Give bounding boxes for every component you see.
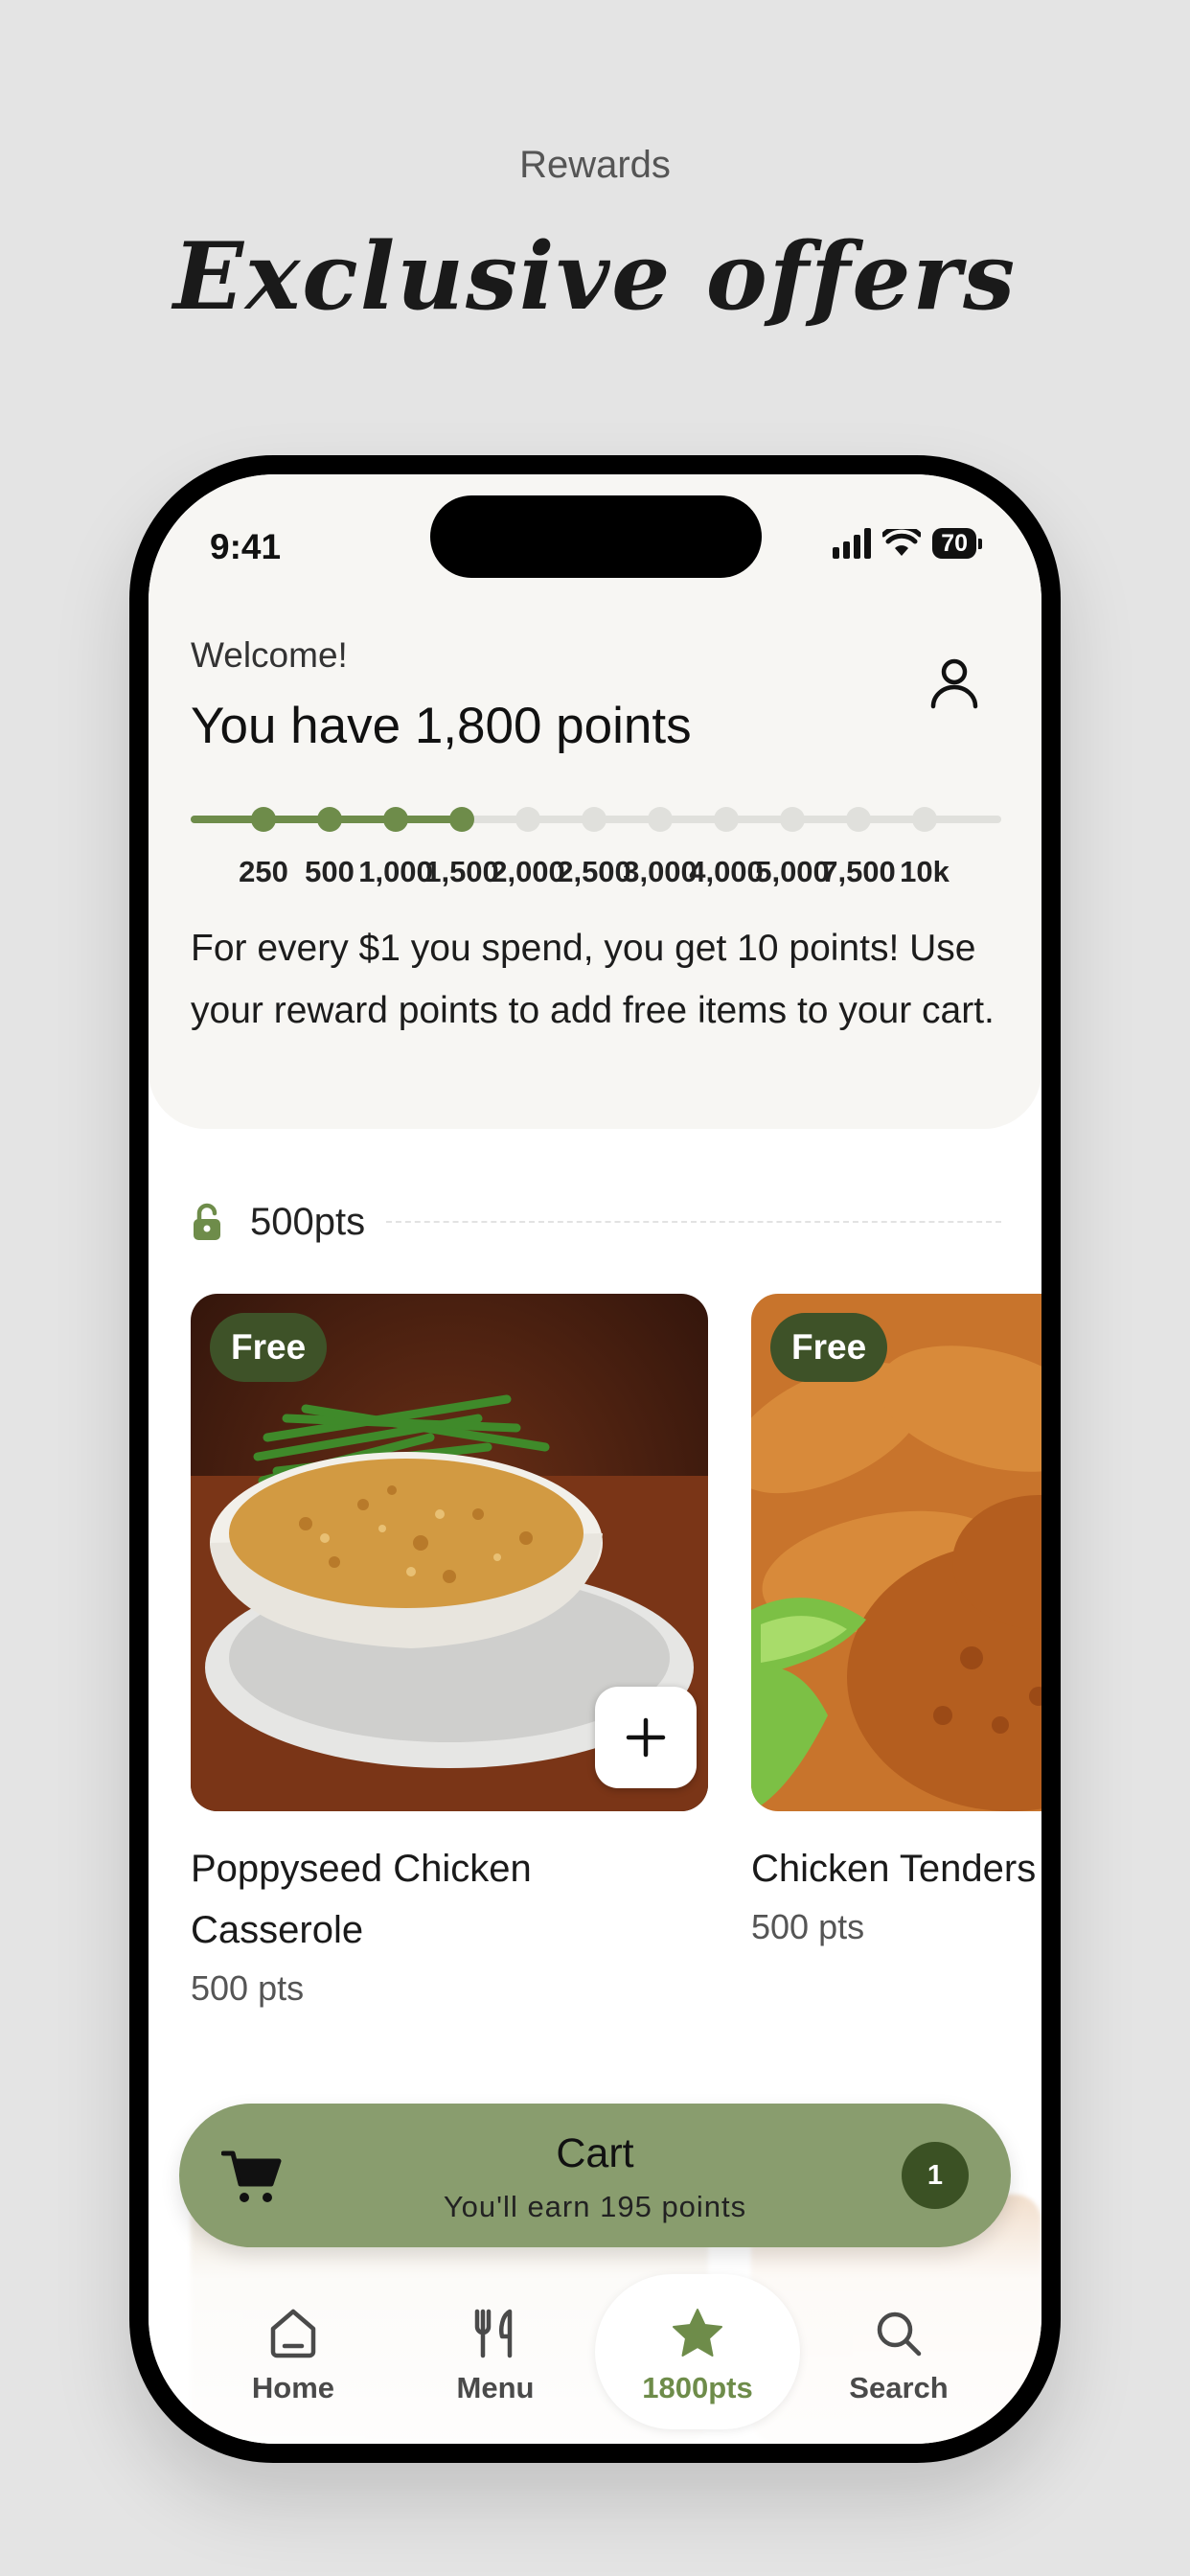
milestone-label: 10k xyxy=(900,855,950,888)
wifi-icon xyxy=(882,529,922,556)
milestone-dot xyxy=(714,807,739,832)
food-image-tenders: Free xyxy=(751,1294,1041,1811)
tab-bar: Home Menu 1800pts Search xyxy=(191,2274,1001,2434)
status-time: 9:41 xyxy=(210,527,282,566)
milestone-label: 5,000 xyxy=(755,855,830,888)
star-icon xyxy=(673,2308,722,2357)
milestone-label: 1,500 xyxy=(424,855,499,888)
battery-icon: 70 xyxy=(932,528,982,559)
milestone-dot xyxy=(846,807,871,832)
lock-open-icon xyxy=(194,1203,220,1240)
tab-label: Menu xyxy=(456,2370,535,2404)
phone-screen: 9:41 70 Welcome! You have 1,800 points 2… xyxy=(149,474,1041,2444)
cart-count-badge: 1 xyxy=(902,2142,969,2209)
cart-subtitle: You'll earn 195 points xyxy=(443,2190,747,2223)
milestone-label: 500 xyxy=(305,855,355,888)
free-badge: Free xyxy=(210,1313,328,1382)
tab-search[interactable]: Search xyxy=(796,2276,1001,2434)
profile-icon[interactable] xyxy=(927,655,982,710)
tier-header: 500pts xyxy=(191,1198,1001,1246)
home-icon xyxy=(270,2309,316,2358)
points-progress-bar xyxy=(191,800,1001,839)
item-name: Chicken Tenders xyxy=(751,1848,1037,1890)
tab-menu[interactable]: Menu xyxy=(393,2276,598,2434)
milestone-label: 250 xyxy=(239,855,288,888)
milestone-labels: 250 500 1,000 1,500 2,000 2,500 3,000 4,000 5,00… xyxy=(191,855,1001,893)
milestone-label: 7,500 xyxy=(821,855,896,888)
item-name: Poppyseed Chicken Casserole xyxy=(191,1848,532,1951)
milestone-dot xyxy=(317,807,342,832)
dynamic-island xyxy=(430,495,762,578)
milestone-dot xyxy=(383,807,408,832)
points-info-text: For every $1 you spend, you get 10 point… xyxy=(191,928,995,1031)
tier-label: 500pts xyxy=(250,1200,366,1243)
plus-icon xyxy=(626,1717,666,1758)
milestone-dot xyxy=(912,807,937,832)
milestone-dot xyxy=(251,807,276,832)
page-headline: Exclusive offers xyxy=(172,222,1018,331)
tab-home[interactable]: Home xyxy=(191,2276,396,2434)
milestone-label: 2,500 xyxy=(557,855,631,888)
cart-title: Cart xyxy=(556,2130,634,2176)
signal-icon xyxy=(833,528,872,559)
search-icon xyxy=(877,2312,922,2356)
page-eyebrow: Rewards xyxy=(519,144,671,186)
tab-label: Search xyxy=(849,2370,949,2404)
points-title: You have 1,800 points xyxy=(191,698,692,754)
free-badge: Free xyxy=(770,1313,888,1382)
reward-card[interactable]: Free Poppyseed Chicken Casserole 500 pts xyxy=(191,1294,708,2009)
cart-bar[interactable]: Cart You'll earn 195 points 1 xyxy=(179,2104,1011,2247)
milestone-dot xyxy=(449,807,474,832)
milestone-dot xyxy=(515,807,540,832)
reward-card[interactable]: Free Chicken Tenders 500 pts xyxy=(751,1294,1041,1947)
battery-level: 70 xyxy=(932,528,976,559)
milestone-label: 2,000 xyxy=(491,855,565,888)
tab-label: Home xyxy=(251,2370,335,2404)
rewards-header-panel: 9:41 70 Welcome! You have 1,800 points 2… xyxy=(149,474,1041,1129)
tab-label: 1800pts xyxy=(642,2370,753,2404)
add-to-cart-button[interactable] xyxy=(595,1687,697,1788)
milestone-label: 1,000 xyxy=(358,855,433,888)
milestone-label: 3,000 xyxy=(623,855,698,888)
status-icons: 70 xyxy=(833,528,982,559)
tier-divider xyxy=(386,1221,1001,1223)
item-points: 500 pts xyxy=(751,1907,865,1946)
welcome-text: Welcome! xyxy=(191,635,348,675)
milestone-dot xyxy=(582,807,606,832)
milestone-dot xyxy=(780,807,805,832)
milestone-dot xyxy=(648,807,673,832)
tab-rewards[interactable]: 1800pts xyxy=(595,2274,800,2434)
food-image-casserole: Free xyxy=(191,1294,708,1811)
utensils-icon xyxy=(474,2309,513,2358)
milestone-label: 4,000 xyxy=(689,855,764,888)
item-points: 500 pts xyxy=(191,1968,305,2008)
phone-frame: 9:41 70 Welcome! You have 1,800 points 2… xyxy=(129,455,1061,2463)
